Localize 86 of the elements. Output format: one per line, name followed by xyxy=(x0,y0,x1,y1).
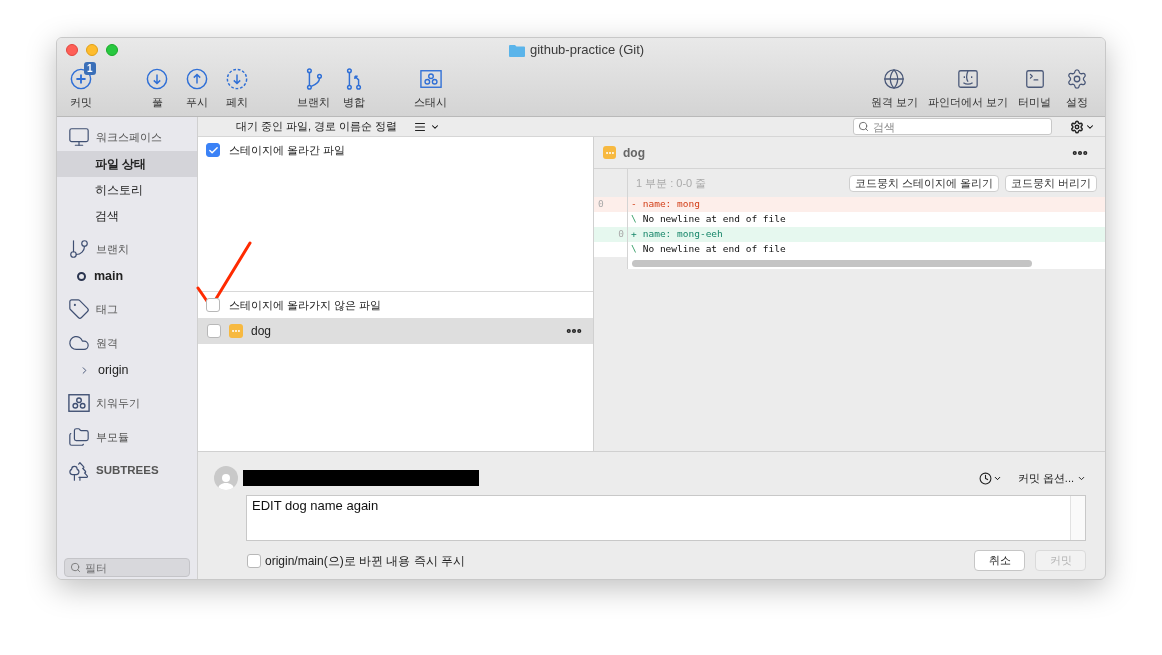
view-mode-dropdown[interactable] xyxy=(414,120,440,133)
toolbar-button[interactable]: 병합 xyxy=(334,62,374,109)
horizontal-scrollbar[interactable] xyxy=(632,259,1032,267)
toolbar-button[interactable]: 원격 보기 xyxy=(866,62,922,109)
diff-code: No newline at end of file xyxy=(642,212,786,227)
sidebar-section-header[interactable]: 브랜치 xyxy=(57,235,197,263)
toolbar-button[interactable]: 페치 xyxy=(217,62,257,109)
sidebar-section-header[interactable]: 부모듈 xyxy=(57,423,197,451)
settings-dropdown[interactable] xyxy=(1070,119,1095,134)
minimize-button[interactable] xyxy=(86,44,98,56)
file-row[interactable]: dog xyxy=(198,318,593,344)
list-icon xyxy=(414,120,426,133)
commit-message-field[interactable]: EDIT dog name again xyxy=(246,495,1086,541)
sidebar-section-header[interactable]: 원격 xyxy=(57,329,197,357)
close-button[interactable] xyxy=(66,44,78,56)
settings-icon xyxy=(1066,68,1088,90)
sidebar-section-header[interactable]: 워크스페이스 xyxy=(57,123,197,151)
branch-icon xyxy=(68,238,90,260)
sidebar-item[interactable]: 파일 상태 xyxy=(57,151,197,177)
diff-sign: + xyxy=(631,227,637,242)
sidebar-section-header[interactable]: 태그 xyxy=(57,295,197,323)
zoom-button[interactable] xyxy=(106,44,118,56)
sort-dropdown[interactable]: 대기 중인 파일, 경로 이름순 정렬 xyxy=(238,118,398,135)
filter-field[interactable]: 필터 xyxy=(64,558,190,577)
clock-icon xyxy=(978,471,992,485)
gear-icon xyxy=(1070,119,1084,134)
sidebar-section-header[interactable]: 치워두기 xyxy=(57,389,197,417)
checkbox[interactable] xyxy=(247,553,261,568)
sidebar-item[interactable]: 히스토리 xyxy=(57,177,197,203)
modified-file-icon xyxy=(603,146,616,159)
stash-box-icon xyxy=(419,68,442,90)
checkbox[interactable] xyxy=(206,143,220,157)
toolbar-button[interactable]: 브랜치 xyxy=(293,62,334,109)
diff-sign: \ xyxy=(631,242,637,257)
hunk-header: 1 부분 : 0-0 줄 xyxy=(636,175,708,191)
globe-icon xyxy=(883,68,906,90)
checkbox[interactable] xyxy=(207,324,221,338)
dialog-button[interactable]: 취소 xyxy=(974,550,1025,571)
check-icon xyxy=(207,144,219,156)
stash-box-icon xyxy=(68,392,90,414)
sidebar-section-header[interactable]: SUBTREES xyxy=(57,457,197,485)
toolbar-button[interactable]: 푸시 xyxy=(177,62,217,109)
diff-file-name: dog xyxy=(623,144,645,162)
file-name: dog xyxy=(251,323,272,340)
checkbox[interactable] xyxy=(206,298,220,312)
push-option-label: origin/main(으)로 바뀐 내용 즉시 푸시 xyxy=(265,552,466,570)
toolbar-button[interactable]: 설정 xyxy=(1057,62,1097,109)
hunk-button[interactable]: 코드뭉치 버리기 xyxy=(1005,174,1097,192)
monitor-icon xyxy=(68,126,90,148)
folder-icon xyxy=(508,43,525,57)
search-icon xyxy=(70,562,81,573)
trees-icon xyxy=(68,460,90,482)
folders-icon xyxy=(68,426,90,448)
hunk-button[interactable]: 코드뭉치 스테이지에 올리기 xyxy=(849,174,1000,192)
window-title: github-practice (Git) xyxy=(529,41,645,60)
scrollbar-track xyxy=(1070,496,1085,540)
count-badge: 1 xyxy=(84,62,96,75)
history-dropdown[interactable] xyxy=(978,471,1002,485)
tag-icon xyxy=(68,298,90,320)
toolbar-button[interactable]: 터미널 xyxy=(1014,62,1055,109)
toolbar-button[interactable]: 파인더에서 보기 xyxy=(923,62,1012,109)
search-icon xyxy=(858,121,869,132)
line-number: 0 xyxy=(597,197,605,212)
toolbar-button[interactable]: 스태시 xyxy=(410,62,451,109)
diff-code: name: mong-eeh xyxy=(642,227,723,242)
remote-item[interactable]: origin xyxy=(57,357,197,383)
down-arrow-circle-icon xyxy=(146,68,168,90)
sidebar-item[interactable]: 검색 xyxy=(57,203,197,229)
staged-files-header: 스테이지에 올라간 파일 xyxy=(229,142,346,158)
up-arrow-circle-icon xyxy=(186,68,208,90)
terminal-icon xyxy=(1023,68,1046,90)
toolbar-button[interactable]: 1 커밋 xyxy=(61,62,101,109)
line-number: 0 xyxy=(617,227,625,242)
dashed-circle-down-icon xyxy=(226,68,248,90)
unstaged-files-header: 스테이지에 올라가지 않은 파일 xyxy=(229,297,382,313)
diff-code: name: mong xyxy=(642,197,700,212)
modified-file-icon xyxy=(229,324,243,338)
avatar-icon xyxy=(214,466,238,490)
commit-options-dropdown[interactable]: 커밋 옵션... xyxy=(1017,469,1086,487)
search-field[interactable]: 검색 xyxy=(853,118,1052,135)
diff-sign: \ xyxy=(631,212,637,227)
diff-code: No newline at end of file xyxy=(642,242,786,257)
branch-item[interactable]: main xyxy=(57,263,197,289)
finder-face-icon xyxy=(956,68,979,90)
toolbar-button[interactable]: 풀 xyxy=(137,62,177,109)
diff-sign: - xyxy=(631,197,637,212)
